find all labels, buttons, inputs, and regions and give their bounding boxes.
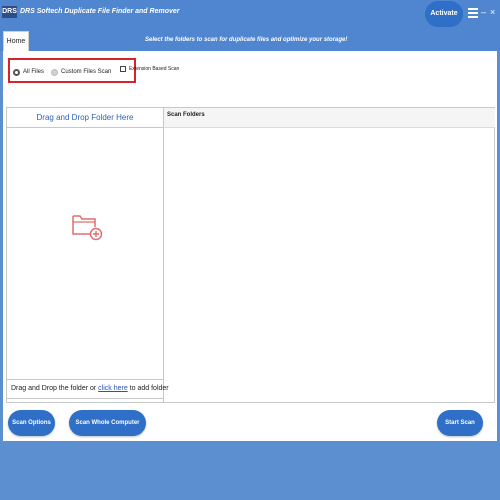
drop-zone-header: Drag and Drop Folder Here [7, 108, 163, 128]
folder-add-icon [72, 215, 103, 241]
scan-folders-panel: Scan Folders [164, 107, 495, 403]
title-bar: DRS DRS Softech Duplicate File Finder an… [0, 0, 500, 29]
scan-folders-header: Scan Folders [164, 108, 495, 128]
app-title: DRS Softech Duplicate File Finder and Re… [20, 8, 180, 15]
tab-strip: Home Select the folders to scan for dupl… [0, 29, 500, 51]
radio-unselected-icon [51, 68, 58, 76]
radio-all-files[interactable]: All Files [13, 67, 44, 77]
radio-selected-icon [13, 68, 20, 76]
extension-based-scan-option[interactable]: Extension Based Scan [120, 66, 179, 72]
scan-whole-computer-button[interactable]: Scan Whole Computer [69, 410, 146, 436]
app-logo: DRS [2, 6, 17, 18]
hamburger-menu-icon[interactable] [468, 8, 478, 18]
radio-all-files-label: All Files [23, 69, 45, 75]
drop-zone[interactable]: Drag and Drop Folder Here [6, 107, 164, 403]
drop-zone-footer: Drag and Drop the folder or click here t… [6, 379, 169, 399]
main-panel: All Files Custom Files Scan Extension Ba… [3, 51, 497, 441]
radio-custom-files-scan-label: Custom Files Scan [61, 69, 112, 75]
scan-options-button[interactable]: Scan Options [8, 410, 55, 436]
instruction-text: Select the folders to scan for duplicate… [145, 37, 348, 43]
tab-home[interactable]: Home [3, 31, 29, 51]
radio-custom-files-scan[interactable]: Custom Files Scan [51, 67, 111, 77]
close-button[interactable]: × [490, 6, 498, 18]
checkbox-icon[interactable] [120, 66, 126, 72]
extension-based-scan-label: Extension Based Scan [129, 66, 180, 72]
activate-button[interactable]: Activate [425, 1, 463, 27]
click-here-link[interactable]: click here [98, 385, 128, 392]
scan-mode-group: All Files Custom Files Scan [8, 58, 136, 83]
minimize-button[interactable]: – [481, 6, 488, 18]
start-scan-button[interactable]: Start Scan [437, 410, 483, 436]
drop-footer-suffix: to add folder [127, 385, 169, 392]
drop-footer-prefix: Drag and Drop the folder or [11, 385, 99, 392]
